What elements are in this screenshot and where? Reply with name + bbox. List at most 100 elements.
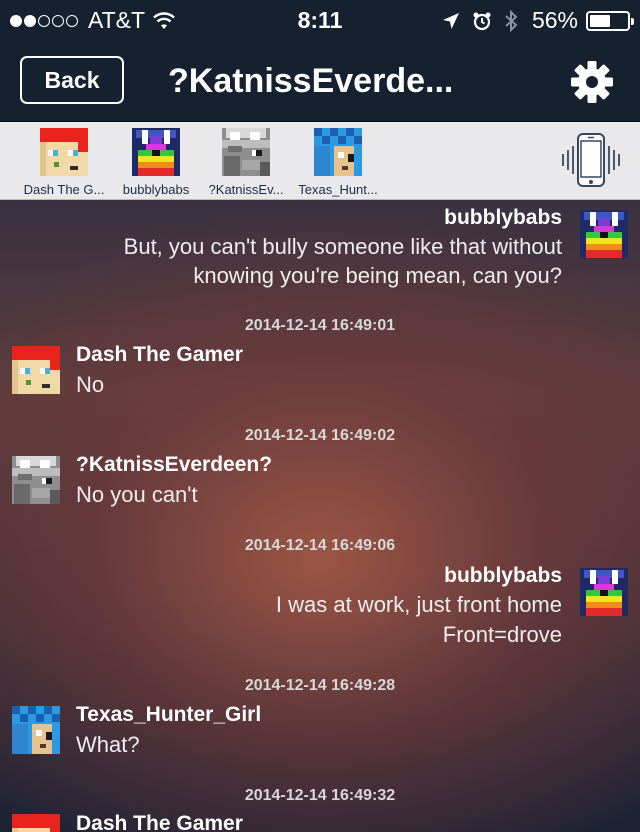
participant-label: ?KatnissEv... — [208, 182, 284, 197]
message-timestamp: 2014-12-14 16:49:28 — [244, 677, 396, 694]
avatar-pixel — [20, 460, 30, 468]
katniss-avatar — [12, 456, 60, 504]
avatar-pixel — [36, 714, 44, 722]
avatar-pixel — [12, 828, 18, 832]
message-text: But, you can't bully someone like that w… — [123, 234, 562, 259]
avatar-pixel — [330, 128, 338, 136]
bubbly-avatar — [132, 128, 180, 176]
avatar-pixel — [54, 162, 59, 167]
avatar-pixel — [142, 130, 148, 144]
avatar-pixel — [42, 384, 50, 388]
avatar-pixel — [70, 166, 78, 170]
avatar-pixel — [598, 218, 610, 226]
avatar-pixel — [250, 132, 260, 140]
avatar-pixel — [256, 150, 262, 156]
message-sender: Dash The Gamer — [76, 343, 243, 366]
avatar-pixel — [164, 130, 170, 144]
avatar-pixel — [50, 828, 60, 832]
nav-bar: Back ?KatnissEverde... — [0, 40, 640, 122]
avatar-pixel — [586, 608, 622, 616]
avatar-pixel — [36, 730, 42, 736]
avatar-pixel — [12, 814, 60, 828]
avatar-pixel — [348, 154, 354, 162]
avatar-pixel — [260, 162, 270, 176]
avatar-pixel — [44, 706, 52, 714]
message-timestamp: 2014-12-14 16:49:01 — [244, 317, 396, 334]
alarm-clock-icon — [473, 12, 491, 30]
avatar-pixel — [354, 136, 362, 144]
avatar-pixel — [26, 380, 31, 385]
bubbly-avatar — [580, 568, 628, 616]
avatar-pixel — [53, 150, 58, 156]
avatar-pixel — [78, 142, 88, 152]
message-text: knowing you're being mean, can you? — [193, 263, 562, 288]
bluetooth-icon — [505, 9, 518, 32]
avatar-pixel — [342, 166, 348, 170]
avatar-pixel — [228, 146, 242, 152]
avatar-pixel — [314, 146, 330, 176]
avatar-pixel — [40, 744, 46, 748]
location-arrow-icon — [442, 12, 459, 29]
message-sender: Dash The Gamer — [76, 812, 243, 832]
chat-area[interactable]: bubblybabs But, you can't bully someone … — [0, 200, 640, 832]
gear-icon[interactable] — [570, 60, 614, 104]
participants-bar: Dash The G... bubblybabs ?KatnissEv... T… — [0, 122, 640, 200]
message-text: I was at work, just front home — [275, 592, 562, 617]
avatar-pixel — [40, 128, 88, 142]
avatar-pixel — [230, 132, 240, 140]
message-timestamp: 2014-12-14 16:49:02 — [244, 427, 396, 444]
avatar-pixel — [12, 360, 18, 394]
back-button[interactable]: Back — [20, 56, 124, 104]
battery-icon — [586, 10, 634, 31]
participant-bubblybabs[interactable]: bubblybabs — [108, 128, 204, 197]
participant-label: bubblybabs — [122, 182, 190, 197]
dash-avatar — [12, 814, 60, 832]
message-sender: ?KatnissEverdeen? — [76, 453, 273, 476]
battery-level — [590, 14, 611, 27]
avatar-pixel — [322, 136, 330, 144]
avatar-pixel — [40, 460, 50, 468]
texas-avatar — [12, 706, 60, 754]
participant-label: Texas_Hunt... — [298, 182, 378, 197]
avatar-pixel — [50, 360, 60, 370]
battery-percent: 56% — [531, 7, 578, 33]
participant-dash[interactable]: Dash The G... — [16, 128, 112, 197]
participant-katniss[interactable]: ?KatnissEv... — [198, 128, 294, 197]
avatar-pixel — [14, 484, 30, 504]
dash-avatar — [40, 128, 88, 176]
avatar-pixel — [138, 168, 174, 176]
status-right: 56% — [430, 7, 634, 34]
avatar-pixel — [314, 128, 322, 136]
avatar-pixel — [52, 714, 60, 722]
avatar-pixel — [150, 136, 162, 144]
message-text: Front=drove — [442, 622, 562, 647]
avatar-pixel — [46, 478, 52, 484]
message-text: What? — [76, 732, 140, 757]
message-text: No — [76, 372, 105, 397]
avatar-pixel — [338, 152, 344, 158]
avatar-pixel — [18, 474, 32, 480]
avatar-pixel — [586, 250, 622, 258]
participant-texas[interactable]: Texas_Hunt... — [290, 128, 386, 197]
avatar-pixel — [12, 346, 60, 360]
avatar-pixel — [590, 570, 596, 584]
dash-avatar — [12, 346, 60, 394]
avatar-pixel — [338, 136, 346, 144]
avatar-pixel — [612, 570, 618, 584]
message-timestamp: 2014-12-14 16:49:06 — [244, 537, 396, 554]
avatar-pixel — [590, 212, 596, 226]
avatar-pixel — [12, 706, 20, 714]
avatar-pixel — [40, 142, 46, 176]
avatar-pixel — [242, 160, 260, 170]
avatar-pixel — [50, 490, 60, 504]
avatar-pixel — [12, 724, 28, 754]
texas-avatar — [314, 128, 362, 176]
message-sender: Texas_Hunter_Girl — [76, 703, 262, 726]
avatar-pixel — [20, 714, 28, 722]
avatar-pixel — [612, 212, 618, 226]
vibrate-phone-icon[interactable] — [558, 132, 624, 188]
avatar-pixel — [28, 706, 36, 714]
message-text: No you can't — [76, 482, 198, 507]
katniss-avatar — [222, 128, 270, 176]
message-sender: bubblybabs — [444, 564, 562, 587]
